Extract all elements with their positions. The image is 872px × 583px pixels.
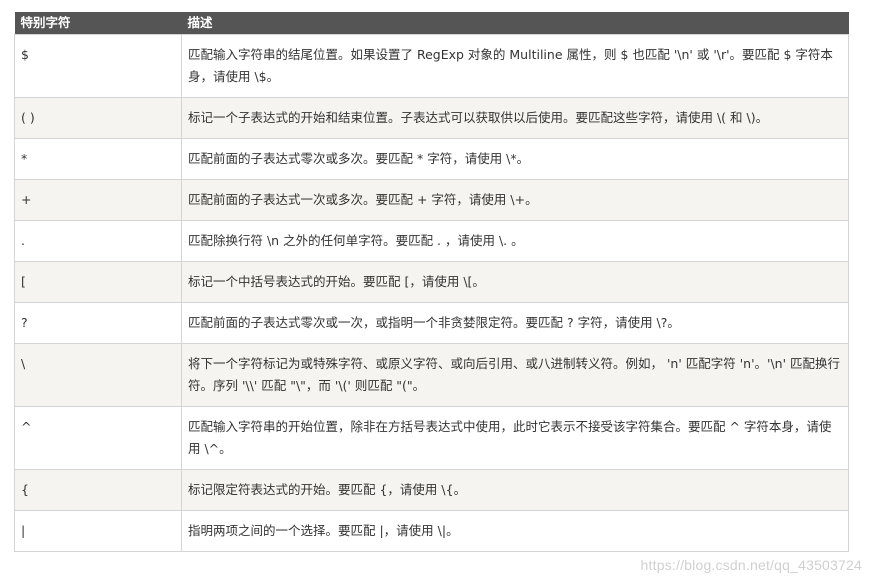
description-cell: 标记一个子表达式的开始和结束位置。子表达式可以获取供以后使用。要匹配这些字符，请… — [181, 97, 849, 139]
description-cell: 匹配前面的子表达式零次或多次。要匹配 * 字符，请使用 \*。 — [181, 138, 849, 180]
special-char-cell: . — [14, 220, 182, 262]
table-row: | 指明两项之间的一个选择。要匹配 |，请使用 \|。 — [14, 510, 849, 552]
special-char-cell: + — [14, 179, 182, 221]
description-cell: 匹配输入字符串的结尾位置。如果设置了 RegExp 对象的 Multiline … — [181, 34, 849, 98]
header-special-char: 特别字符 — [14, 12, 182, 35]
table-row: [ 标记一个中括号表达式的开始。要匹配 [，请使用 \[。 — [14, 261, 849, 303]
header-row: 特别字符 描述 — [14, 12, 849, 35]
table-row: \ 将下一个字符标记为或特殊字符、或原义字符、或向后引用、或八进制转义符。例如，… — [14, 343, 849, 407]
special-chars-table: 特别字符 描述 $ 匹配输入字符串的结尾位置。如果设置了 RegExp 对象的 … — [14, 12, 849, 552]
special-char-cell: { — [14, 469, 182, 511]
special-char-cell: [ — [14, 261, 182, 303]
table-body: $ 匹配输入字符串的结尾位置。如果设置了 RegExp 对象的 Multilin… — [14, 34, 849, 552]
special-char-cell: * — [14, 138, 182, 180]
table-row: { 标记限定符表达式的开始。要匹配 {，请使用 \{。 — [14, 469, 849, 511]
table-row: ( ) 标记一个子表达式的开始和结束位置。子表达式可以获取供以后使用。要匹配这些… — [14, 97, 849, 139]
table-header: 特别字符 描述 — [14, 12, 849, 35]
table-row: ? 匹配前面的子表达式零次或一次，或指明一个非贪婪限定符。要匹配 ? 字符，请使… — [14, 302, 849, 344]
description-cell: 匹配输入字符串的开始位置，除非在方括号表达式中使用，此时它表示不接受该字符集合。… — [181, 406, 849, 470]
special-char-cell: ^ — [14, 406, 182, 470]
description-cell: 匹配除换行符 \n 之外的任何单字符。要匹配 . ，请使用 \. 。 — [181, 220, 849, 262]
header-description: 描述 — [181, 12, 849, 35]
special-char-cell: | — [14, 510, 182, 552]
table-row: . 匹配除换行符 \n 之外的任何单字符。要匹配 . ，请使用 \. 。 — [14, 220, 849, 262]
description-cell: 匹配前面的子表达式一次或多次。要匹配 + 字符，请使用 \+。 — [181, 179, 849, 221]
description-cell: 将下一个字符标记为或特殊字符、或原义字符、或向后引用、或八进制转义符。例如， '… — [181, 343, 849, 407]
description-cell: 标记限定符表达式的开始。要匹配 {，请使用 \{。 — [181, 469, 849, 511]
table-row: ^ 匹配输入字符串的开始位置，除非在方括号表达式中使用，此时它表示不接受该字符集… — [14, 406, 849, 470]
special-char-cell: \ — [14, 343, 182, 407]
table-row: * 匹配前面的子表达式零次或多次。要匹配 * 字符，请使用 \*。 — [14, 138, 849, 180]
special-char-cell: ( ) — [14, 97, 182, 139]
table-row: + 匹配前面的子表达式一次或多次。要匹配 + 字符，请使用 \+。 — [14, 179, 849, 221]
blog-watermark: https://blog.csdn.net/qq_43503724 — [640, 557, 862, 573]
special-char-cell: ? — [14, 302, 182, 344]
table-row: $ 匹配输入字符串的结尾位置。如果设置了 RegExp 对象的 Multilin… — [14, 34, 849, 98]
special-char-cell: $ — [14, 34, 182, 98]
description-cell: 匹配前面的子表达式零次或一次，或指明一个非贪婪限定符。要匹配 ? 字符，请使用 … — [181, 302, 849, 344]
description-cell: 指明两项之间的一个选择。要匹配 |，请使用 \|。 — [181, 510, 849, 552]
description-cell: 标记一个中括号表达式的开始。要匹配 [，请使用 \[。 — [181, 261, 849, 303]
special-chars-table-container: 特别字符 描述 $ 匹配输入字符串的结尾位置。如果设置了 RegExp 对象的 … — [14, 12, 849, 552]
